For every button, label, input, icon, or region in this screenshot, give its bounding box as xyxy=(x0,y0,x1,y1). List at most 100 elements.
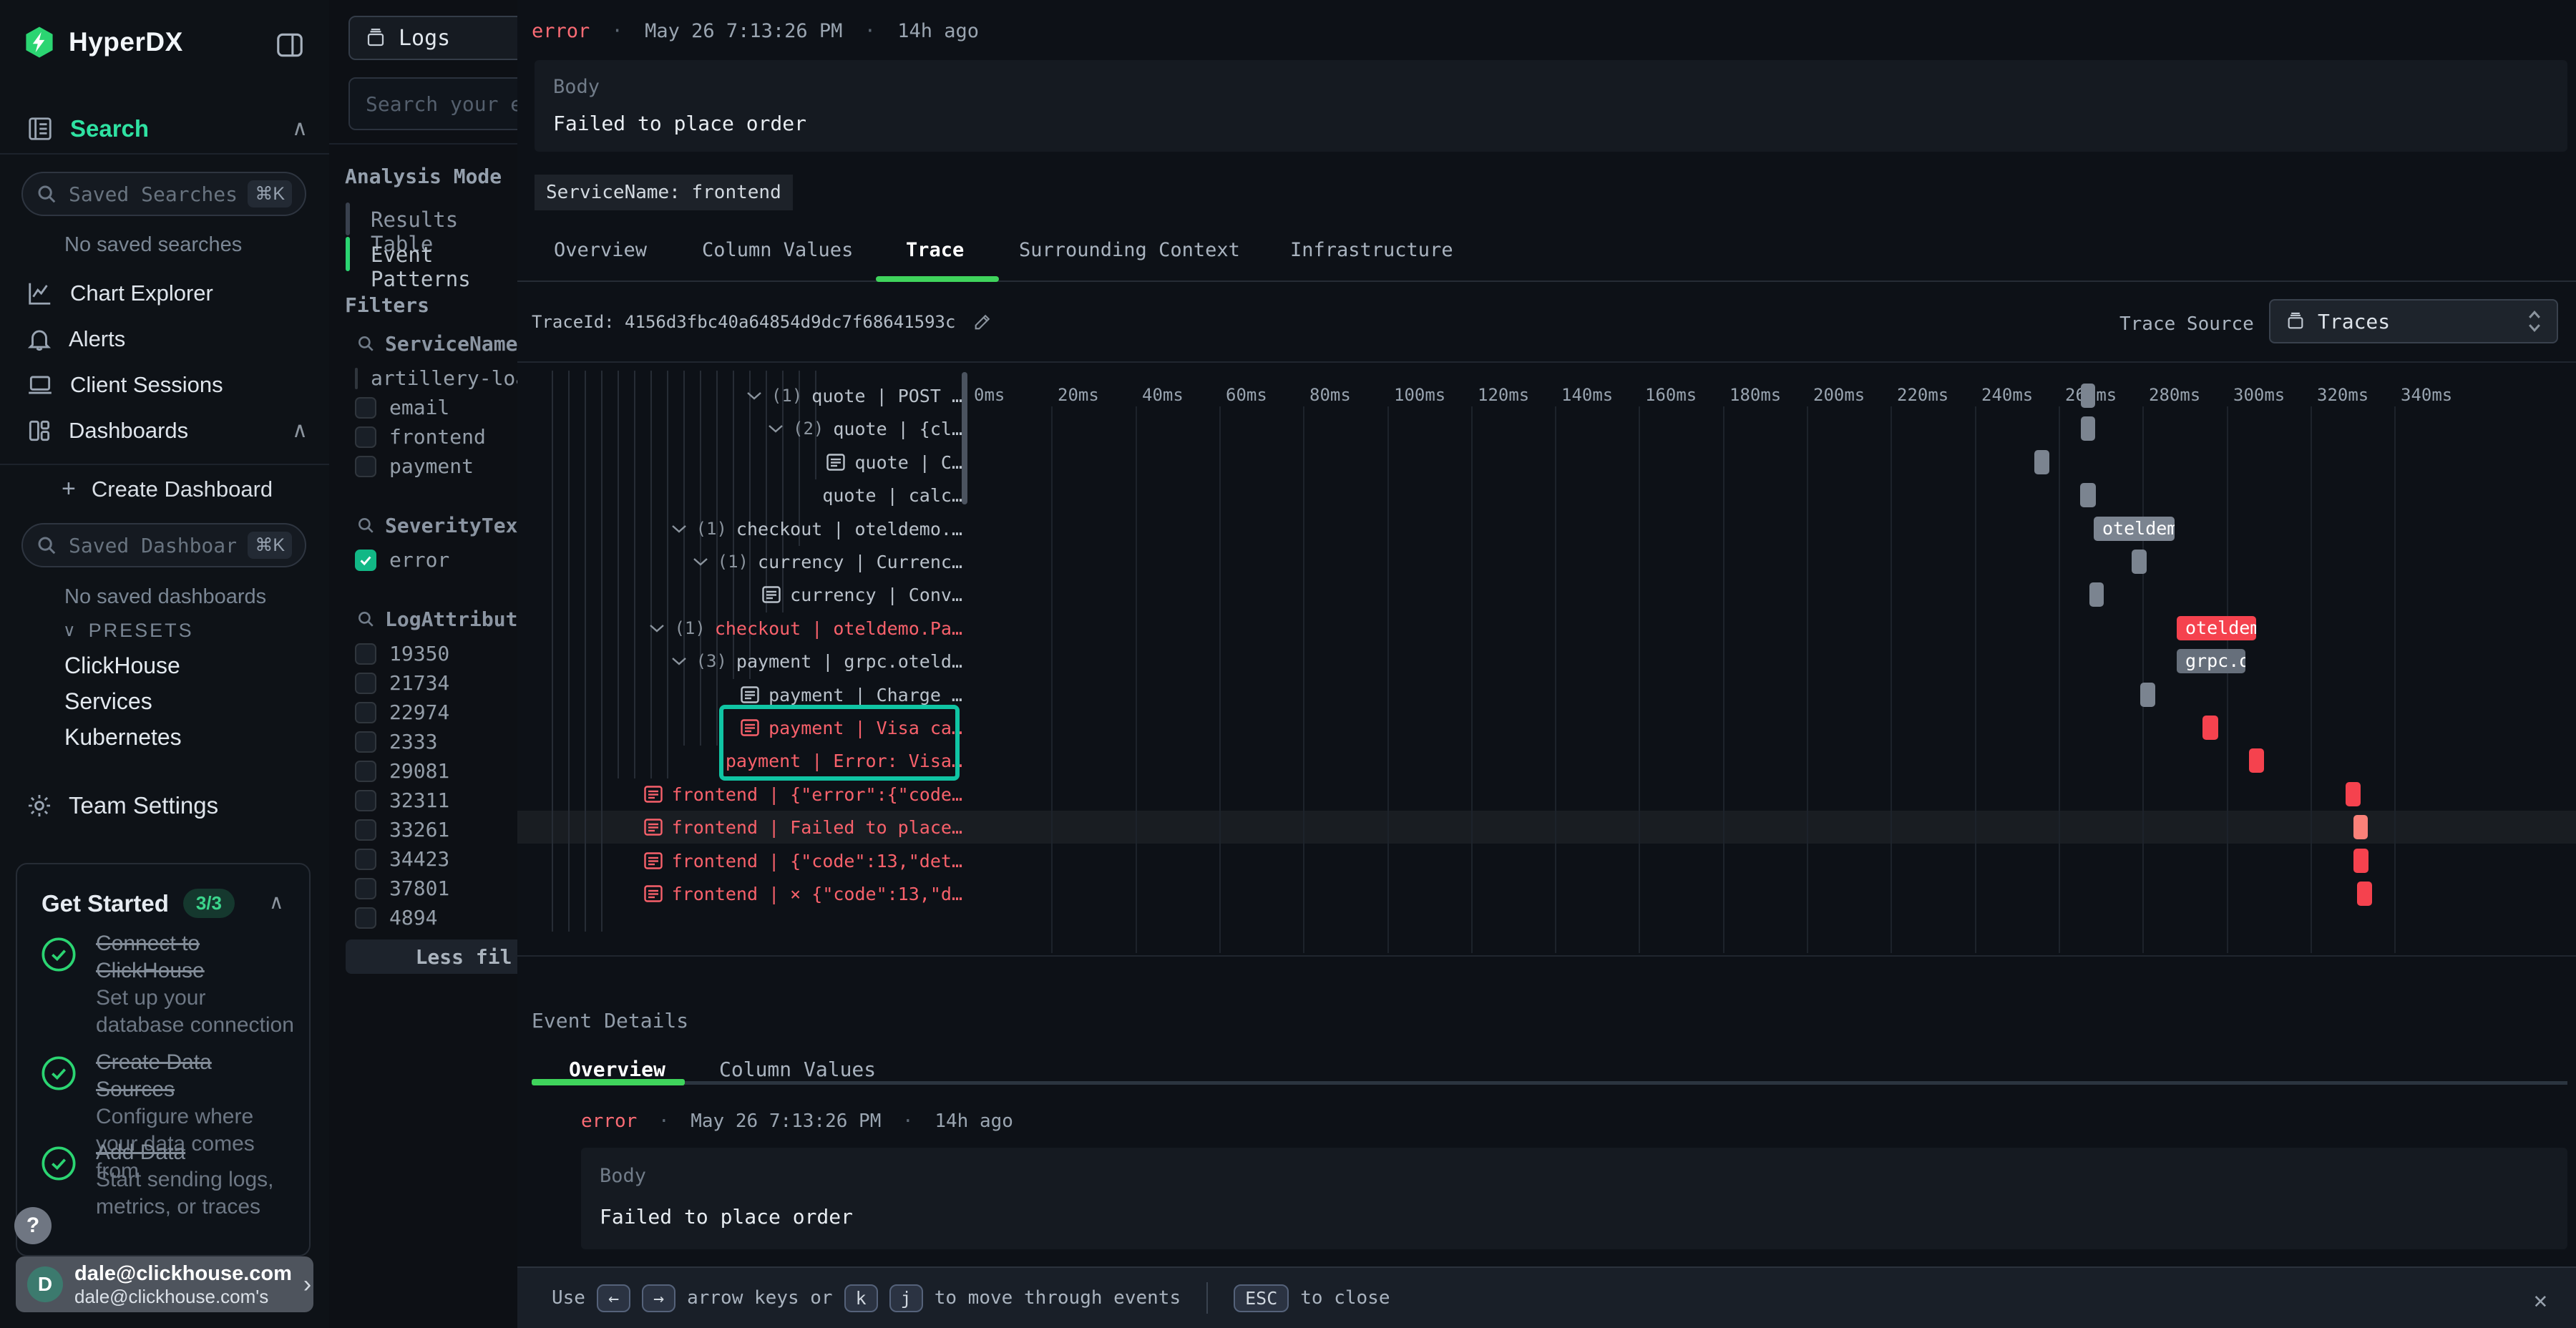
trace-span-row[interactable]: frontend | {"error":{"code… xyxy=(644,778,962,811)
create-dashboard-button[interactable]: + Create Dashboard xyxy=(62,475,273,503)
filter-item[interactable]: artillery-loa xyxy=(355,363,517,393)
edit-pencil-icon[interactable] xyxy=(972,312,992,332)
trace-span-row[interactable]: payment | Visa ca… xyxy=(741,711,962,744)
tab-overview[interactable]: Overview xyxy=(554,239,647,261)
span-duration-bar[interactable]: oteldemo xyxy=(2094,517,2175,541)
esc-key[interactable]: ESC xyxy=(1234,1284,1289,1312)
checkbox[interactable] xyxy=(355,397,376,419)
filter-group-header[interactable]: SeverityText xyxy=(356,509,517,541)
trace-span-row[interactable]: payment | Charge … xyxy=(741,678,962,711)
j-key[interactable]: j xyxy=(889,1284,923,1312)
filter-item[interactable]: email xyxy=(355,393,517,422)
checkbox[interactable] xyxy=(355,878,376,899)
span-duration-bar[interactable] xyxy=(2081,416,2095,441)
checkbox[interactable] xyxy=(355,849,376,870)
tab-surrounding-context[interactable]: Surrounding Context xyxy=(1019,239,1240,261)
trace-span-row[interactable]: quote | calc… xyxy=(822,479,962,512)
expand-chevron-icon[interactable] xyxy=(768,424,784,434)
filter-item[interactable]: 4894 xyxy=(355,903,517,932)
expand-chevron-icon[interactable] xyxy=(671,656,687,666)
span-duration-bar[interactable] xyxy=(2080,483,2096,507)
filter-item[interactable]: 2333 xyxy=(355,727,517,756)
trace-span-row[interactable]: payment | Error: Visa… xyxy=(726,744,962,777)
checkbox[interactable] xyxy=(355,819,376,841)
event-search-box[interactable] xyxy=(348,77,519,130)
span-duration-bar[interactable] xyxy=(2346,782,2361,806)
span-duration-bar[interactable] xyxy=(2353,815,2368,839)
chevron-up-icon[interactable]: ∧ xyxy=(292,418,308,443)
checkbox[interactable] xyxy=(355,907,376,929)
sidebar-item-team-settings[interactable]: Team Settings xyxy=(26,786,218,826)
collapse-sidebar-icon[interactable] xyxy=(276,33,303,57)
close-icon[interactable]: ✕ xyxy=(2534,1286,2547,1314)
checkbox[interactable] xyxy=(355,426,376,448)
checkbox[interactable] xyxy=(355,702,376,723)
right-arrow-key[interactable]: → xyxy=(642,1284,675,1312)
event-details-tab-column-values[interactable]: Column Values xyxy=(719,1058,876,1081)
trace-span-row[interactable]: (3)payment | grpc.oteld… xyxy=(671,645,962,678)
trace-source-select[interactable]: Traces xyxy=(2269,299,2558,343)
sidebar-item-alerts[interactable]: Alerts xyxy=(26,319,125,359)
saved-searches-input[interactable]: ⌘K xyxy=(21,172,306,216)
checkbox[interactable] xyxy=(355,456,376,477)
filter-group-header[interactable]: ServiceName xyxy=(356,328,517,359)
filter-item[interactable]: error xyxy=(355,545,517,575)
sidebar-item-kubernetes[interactable]: Kubernetes xyxy=(64,724,182,751)
sidebar-item-client-sessions[interactable]: Client Sessions xyxy=(26,365,223,405)
source-select-button[interactable]: Logs xyxy=(348,16,519,60)
trace-span-row[interactable]: (1)checkout | oteldemo.Pa… xyxy=(649,612,962,645)
filter-item[interactable]: frontend xyxy=(355,422,517,451)
trace-span-row[interactable]: (1)checkout | oteldemo.… xyxy=(671,512,962,545)
filter-item[interactable]: 37801 xyxy=(355,874,517,903)
tree-scrollbar[interactable] xyxy=(962,372,967,504)
expand-chevron-icon[interactable] xyxy=(693,557,708,567)
saved-dashboards-field[interactable] xyxy=(67,533,238,558)
logo[interactable]: HyperDX xyxy=(23,26,183,59)
event-details-tab-overview[interactable]: Overview xyxy=(569,1058,665,1081)
sidebar-item-chart-explorer[interactable]: Chart Explorer xyxy=(26,273,213,313)
trace-span-row[interactable]: quote | C… xyxy=(826,446,962,479)
presets-toggle[interactable]: ∨ PRESETS xyxy=(63,620,194,642)
filter-item[interactable]: 34423 xyxy=(355,844,517,874)
chevron-up-icon[interactable]: ∧ xyxy=(292,116,308,141)
checkbox[interactable] xyxy=(355,790,376,811)
event-search-field[interactable] xyxy=(364,92,519,117)
expand-chevron-icon[interactable] xyxy=(671,524,687,534)
tab-trace[interactable]: Trace xyxy=(906,239,964,261)
span-duration-bar[interactable] xyxy=(2089,582,2104,607)
saved-dashboards-input[interactable]: ⌘K xyxy=(21,523,306,567)
trace-span-row[interactable]: frontend | {"code":13,"det… xyxy=(644,844,962,877)
filter-item[interactable]: 32311 xyxy=(355,786,517,815)
span-duration-bar[interactable]: grpc.o xyxy=(2177,649,2245,673)
service-name-chip[interactable]: ServiceName: frontend xyxy=(535,175,793,210)
span-duration-bar[interactable] xyxy=(2081,384,2095,408)
sidebar-item-clickhouse[interactable]: ClickHouse xyxy=(64,653,180,679)
trace-span-row[interactable]: (1)currency | Currenc… xyxy=(693,545,962,578)
trace-span-row[interactable]: frontend | Failed to place… xyxy=(644,811,962,844)
trace-span-row[interactable]: currency | Conv… xyxy=(762,578,962,611)
filter-item[interactable]: payment xyxy=(355,451,517,481)
span-duration-bar[interactable] xyxy=(2140,683,2155,707)
get-started-item[interactable]: Add Data Start sending logs, metrics, or… xyxy=(39,1139,296,1221)
help-button[interactable]: ? xyxy=(14,1207,52,1244)
expand-chevron-icon[interactable] xyxy=(746,391,762,401)
span-duration-bar[interactable] xyxy=(2202,716,2218,740)
k-key[interactable]: k xyxy=(844,1284,878,1312)
trace-span-row[interactable]: (2)quote | {cl… xyxy=(768,412,962,445)
sidebar-item-search[interactable]: Search xyxy=(26,109,149,149)
checkbox[interactable] xyxy=(355,761,376,782)
mode-event-patterns[interactable]: Event Patterns xyxy=(371,243,517,291)
span-duration-bar[interactable] xyxy=(2353,849,2368,873)
sidebar-item-services[interactable]: Services xyxy=(64,688,152,715)
filter-item[interactable]: 21734 xyxy=(355,668,517,698)
checkbox[interactable] xyxy=(355,368,358,389)
span-duration-bar[interactable] xyxy=(2132,550,2147,574)
user-menu[interactable]: D dale@clickhouse.com dale@clickhouse.co… xyxy=(16,1256,313,1312)
span-duration-bar[interactable] xyxy=(2357,882,2372,906)
sidebar-item-dashboards[interactable]: Dashboards xyxy=(26,411,188,451)
left-arrow-key[interactable]: ← xyxy=(597,1284,630,1312)
expand-chevron-icon[interactable] xyxy=(649,623,665,633)
filter-group-header[interactable]: LogAttributes xyxy=(356,603,517,635)
filter-item[interactable]: 19350 xyxy=(355,639,517,668)
checkbox[interactable] xyxy=(355,550,376,571)
